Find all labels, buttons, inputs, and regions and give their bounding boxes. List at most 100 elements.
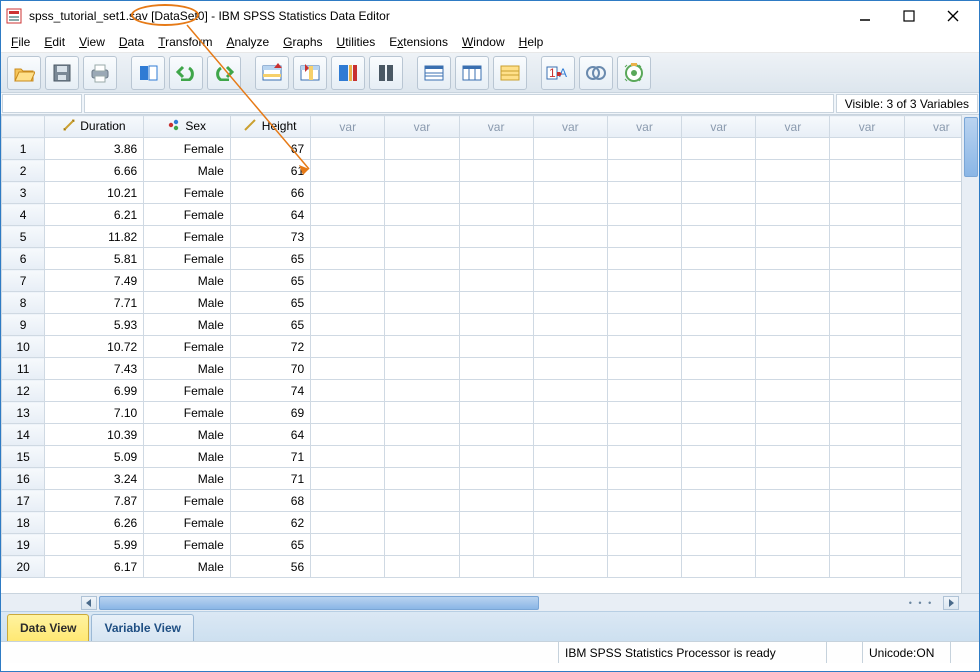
cell-empty[interactable] [311,380,385,402]
cell-empty[interactable] [459,512,533,534]
cell-empty[interactable] [311,226,385,248]
cell[interactable]: Male [144,270,231,292]
table-row[interactable]: 1010.72Female72 [2,336,979,358]
cell-empty[interactable] [459,490,533,512]
cell-empty[interactable] [533,270,607,292]
cell[interactable]: Female [144,380,231,402]
cell-empty[interactable] [756,138,830,160]
cell-empty[interactable] [533,182,607,204]
cell-empty[interactable] [830,314,904,336]
table-row[interactable]: 77.49Male65 [2,270,979,292]
cell-empty[interactable] [459,204,533,226]
row-number[interactable]: 11 [2,358,45,380]
cell-empty[interactable] [385,292,459,314]
cell-empty[interactable] [830,292,904,314]
cell-empty[interactable] [459,380,533,402]
cell[interactable]: 69 [230,402,310,424]
cell[interactable]: Male [144,556,231,578]
print-button[interactable] [83,56,117,90]
cell-empty[interactable] [607,380,681,402]
insert-variable-button[interactable] [455,56,489,90]
cell[interactable]: 5.93 [45,314,144,336]
open-button[interactable] [7,56,41,90]
cell-empty[interactable] [830,380,904,402]
save-button[interactable] [45,56,79,90]
cell-empty[interactable] [533,556,607,578]
cell-empty[interactable] [756,446,830,468]
row-number[interactable]: 13 [2,402,45,424]
cell-empty[interactable] [607,182,681,204]
cell-empty[interactable] [385,512,459,534]
cell-empty[interactable] [607,248,681,270]
cell-empty[interactable] [682,292,756,314]
cell-empty[interactable] [459,556,533,578]
data-table[interactable]: Duration Sex Height varvarvarvarvarvarva… [1,115,979,578]
minimize-button[interactable] [843,1,887,31]
cell-empty[interactable] [830,336,904,358]
tab-variable-view[interactable]: Variable View [91,614,194,641]
table-row[interactable]: 1410.39Male64 [2,424,979,446]
cell-empty[interactable] [607,534,681,556]
table-row[interactable]: 195.99Female65 [2,534,979,556]
menu-window[interactable]: Window [462,35,505,49]
cell-empty[interactable] [385,336,459,358]
cell-empty[interactable] [385,446,459,468]
table-row[interactable]: 26.66Male61 [2,160,979,182]
table-row[interactable]: 87.71Male65 [2,292,979,314]
row-number[interactable]: 10 [2,336,45,358]
cell-empty[interactable] [385,226,459,248]
menu-data[interactable]: Data [119,35,144,49]
cell-empty[interactable] [385,270,459,292]
cell-empty[interactable] [533,446,607,468]
cell-empty[interactable] [830,490,904,512]
cell-empty[interactable] [459,534,533,556]
cell-empty[interactable] [311,292,385,314]
cell[interactable]: 56 [230,556,310,578]
horizontal-scrollbar[interactable]: • • • [1,593,979,611]
cell-empty[interactable] [756,468,830,490]
cell[interactable]: 3.86 [45,138,144,160]
cell-empty[interactable] [533,160,607,182]
splitter-dots-icon[interactable]: • • • [901,598,941,608]
cell[interactable]: 73 [230,226,310,248]
cell-empty[interactable] [459,182,533,204]
cell-empty[interactable] [311,446,385,468]
scroll-right-button[interactable] [943,596,959,610]
cell-empty[interactable] [756,380,830,402]
cell-empty[interactable] [756,204,830,226]
cell-empty[interactable] [682,314,756,336]
corner-cell[interactable] [2,116,45,138]
scroll-left-button[interactable] [81,596,97,610]
split-file-button[interactable] [493,56,527,90]
cell-empty[interactable] [682,182,756,204]
cell-empty[interactable] [756,248,830,270]
cell-empty[interactable] [459,468,533,490]
cell-empty[interactable] [682,138,756,160]
row-number[interactable]: 20 [2,556,45,578]
cell-empty[interactable] [607,512,681,534]
cell-empty[interactable] [756,512,830,534]
cell-empty[interactable] [830,358,904,380]
cell-empty[interactable] [533,226,607,248]
cell[interactable]: 71 [230,468,310,490]
cell[interactable]: Male [144,314,231,336]
cell-empty[interactable] [385,160,459,182]
table-row[interactable]: 186.26Female62 [2,512,979,534]
cell-empty[interactable] [459,314,533,336]
cell-empty[interactable] [311,358,385,380]
cell[interactable]: Female [144,226,231,248]
cell[interactable]: 71 [230,446,310,468]
cell-empty[interactable] [459,358,533,380]
row-number[interactable]: 17 [2,490,45,512]
table-row[interactable]: 65.81Female65 [2,248,979,270]
cell-empty[interactable] [533,204,607,226]
cell-empty[interactable] [682,402,756,424]
cell-empty[interactable] [459,270,533,292]
cell-empty[interactable] [830,402,904,424]
cell-empty[interactable] [385,468,459,490]
cell-empty[interactable] [459,226,533,248]
cell-empty[interactable] [830,204,904,226]
cell-empty[interactable] [756,292,830,314]
cell-empty[interactable] [682,248,756,270]
cell[interactable]: 5.99 [45,534,144,556]
